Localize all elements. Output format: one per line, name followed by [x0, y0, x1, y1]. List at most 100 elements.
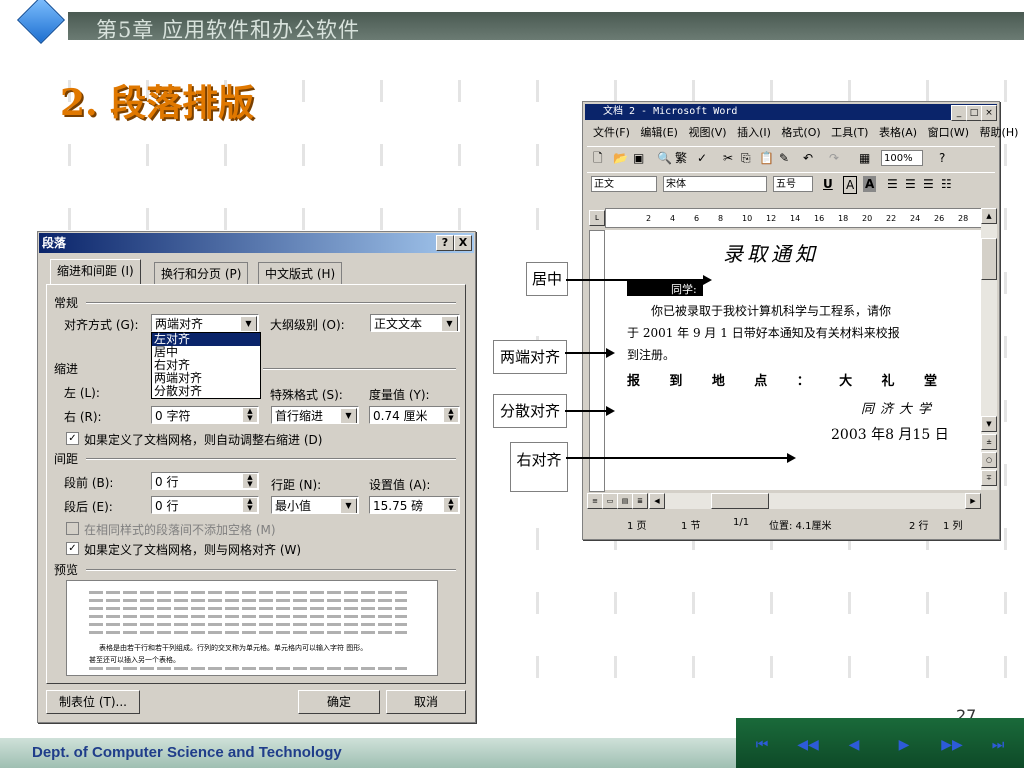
prev-slide-icon[interactable]: ◀: [842, 736, 866, 754]
last-slide-icon[interactable]: ⏭: [986, 736, 1010, 754]
spinner-icon[interactable]: ▲ ▼: [444, 408, 458, 422]
spinner-icon[interactable]: ▲ ▼: [243, 408, 257, 422]
normal-view-icon[interactable]: ≡: [587, 493, 603, 509]
close-icon[interactable]: ×: [981, 105, 997, 121]
chevron-down-icon[interactable]: ▼: [340, 498, 357, 513]
next-slide-icon[interactable]: ▶: [892, 736, 916, 754]
underline-icon[interactable]: U: [823, 176, 833, 192]
special-format-label: 特殊格式 (S):: [270, 388, 343, 402]
page-view-icon[interactable]: ▤: [617, 493, 633, 509]
menu-insert[interactable]: 插入(I): [737, 126, 771, 139]
align-center-icon[interactable]: ☰: [905, 176, 916, 192]
special-format-select[interactable]: 首行缩进 ▼: [271, 406, 359, 424]
minimize-icon[interactable]: _: [951, 105, 967, 121]
traditional-chinese-icon[interactable]: 繁: [675, 150, 687, 166]
diamond-logo-icon: [16, 0, 66, 45]
space-before-input[interactable]: 0 行 ▲ ▼: [151, 472, 259, 490]
prev-section-icon[interactable]: ◀◀: [796, 736, 820, 754]
char-shading-icon[interactable]: A: [863, 176, 877, 192]
hscroll-thumb[interactable]: [711, 493, 769, 509]
help-button[interactable]: ?: [436, 235, 454, 251]
web-view-icon[interactable]: ▭: [602, 493, 618, 509]
spinner-icon[interactable]: ▲ ▼: [243, 498, 257, 512]
font-select[interactable]: 宋体: [663, 176, 767, 192]
help-icon[interactable]: ?: [939, 150, 945, 166]
menu-format[interactable]: 格式(O): [781, 126, 820, 139]
document-page[interactable]: 录取通知 同学: 你已被录取于我校计算机科学与工程系，请你 于 2001 年 9…: [605, 230, 981, 490]
chevron-down-icon[interactable]: ▼: [441, 316, 458, 331]
vertical-scrollbar[interactable]: ▲ ▼ ± ○ ∓: [981, 208, 997, 490]
same-style-checkbox[interactable]: [66, 522, 79, 535]
next-page-icon[interactable]: ∓: [981, 470, 997, 486]
status-line: 2 行: [909, 521, 929, 532]
font-size-select[interactable]: 五号: [773, 176, 813, 192]
align-justify-icon[interactable]: ☰: [887, 176, 898, 192]
undo-icon[interactable]: ↶: [803, 150, 813, 166]
print-preview-icon[interactable]: 🔍: [657, 150, 672, 166]
outline-view-icon[interactable]: ≣: [632, 493, 648, 509]
auto-indent-checkbox[interactable]: ✓: [66, 432, 79, 445]
menu-file[interactable]: 文件(F): [593, 126, 630, 139]
address-char: 报: [627, 374, 641, 389]
ruler-tick-label: 16: [814, 214, 824, 223]
menu-window[interactable]: 窗口(W): [928, 126, 969, 139]
horizontal-scrollbar[interactable]: ≡ ▭ ▤ ≣ ◀ ▶: [587, 493, 981, 509]
paste-icon[interactable]: 📋: [759, 150, 774, 166]
style-select[interactable]: 正文: [591, 176, 657, 192]
menu-tools[interactable]: 工具(T): [831, 126, 868, 139]
preview-line: [89, 591, 407, 594]
align-distributed-icon[interactable]: ☷: [941, 176, 952, 192]
tab-indent-spacing[interactable]: 缩进和间距 (I): [50, 259, 141, 285]
char-border-icon[interactable]: A: [843, 176, 858, 194]
cut-icon[interactable]: ✂: [723, 150, 733, 166]
scroll-left-icon[interactable]: ◀: [649, 493, 665, 509]
alignment-option-distributed[interactable]: 分散对齐: [152, 385, 260, 398]
callout-right: 右对齐: [510, 442, 568, 492]
format-painter-icon[interactable]: ✎: [779, 150, 789, 166]
outline-level-select[interactable]: 正文文本 ▼: [370, 314, 460, 332]
spinner-icon[interactable]: ▲ ▼: [444, 498, 458, 512]
save-icon[interactable]: ▣: [633, 150, 644, 166]
chevron-down-icon[interactable]: ▼: [340, 408, 357, 423]
first-slide-icon[interactable]: ⏮: [750, 736, 774, 754]
copy-icon[interactable]: ⎘: [741, 150, 751, 166]
left-indent-label: 左 (L):: [64, 386, 100, 400]
align-right-icon[interactable]: ☰: [923, 176, 934, 192]
set-value-input[interactable]: 15.75 磅 ▲ ▼: [369, 496, 460, 514]
menu-help[interactable]: 帮助(H): [980, 126, 1019, 139]
tab-stops-button[interactable]: 制表位 (T)...: [46, 690, 140, 714]
table-icon[interactable]: ▦: [859, 150, 870, 166]
right-indent-input[interactable]: 0 字符 ▲ ▼: [151, 406, 259, 424]
scroll-right-icon[interactable]: ▶: [965, 493, 981, 509]
cancel-button[interactable]: 取消: [386, 690, 466, 714]
horizontal-ruler[interactable]: 2 4 6 8 10 12 14 16 18 20 22 24 26 28: [605, 208, 985, 228]
tab-asian-typography[interactable]: 中文版式 (H): [258, 262, 343, 285]
browse-object-icon[interactable]: ○: [981, 452, 997, 468]
new-document-icon[interactable]: 🗋: [593, 150, 603, 166]
spinner-icon[interactable]: ▲ ▼: [243, 474, 257, 488]
alignment-select[interactable]: 两端对齐 ▼: [151, 314, 259, 332]
space-after-input[interactable]: 0 行 ▲ ▼: [151, 496, 259, 514]
scroll-thumb[interactable]: [981, 238, 997, 280]
open-folder-icon[interactable]: 📂: [613, 150, 628, 166]
menu-view[interactable]: 视图(V): [688, 126, 726, 139]
tab-selector-icon[interactable]: L: [589, 210, 605, 226]
space-after-label: 段后 (E):: [64, 500, 113, 514]
close-button[interactable]: X: [454, 235, 472, 251]
grid-align-checkbox[interactable]: ✓: [66, 542, 79, 555]
scroll-up-icon[interactable]: ▲: [981, 208, 997, 224]
chevron-down-icon[interactable]: ▼: [240, 316, 257, 331]
zoom-select[interactable]: 100%: [881, 150, 923, 166]
spelling-icon[interactable]: ✓: [697, 150, 707, 166]
next-section-icon[interactable]: ▶▶: [940, 736, 964, 754]
menu-edit[interactable]: 编辑(E): [640, 126, 678, 139]
redo-icon[interactable]: ↷: [829, 150, 839, 166]
line-spacing-select[interactable]: 最小值 ▼: [271, 496, 359, 514]
maximize-icon[interactable]: □: [966, 105, 982, 121]
tab-line-page-breaks[interactable]: 换行和分页 (P): [154, 262, 249, 285]
scroll-down-icon[interactable]: ▼: [981, 416, 997, 432]
prev-page-icon[interactable]: ±: [981, 434, 997, 450]
ok-button[interactable]: 确定: [298, 690, 380, 714]
measure-input[interactable]: 0.74 厘米 ▲ ▼: [369, 406, 460, 424]
menu-table[interactable]: 表格(A): [879, 126, 917, 139]
